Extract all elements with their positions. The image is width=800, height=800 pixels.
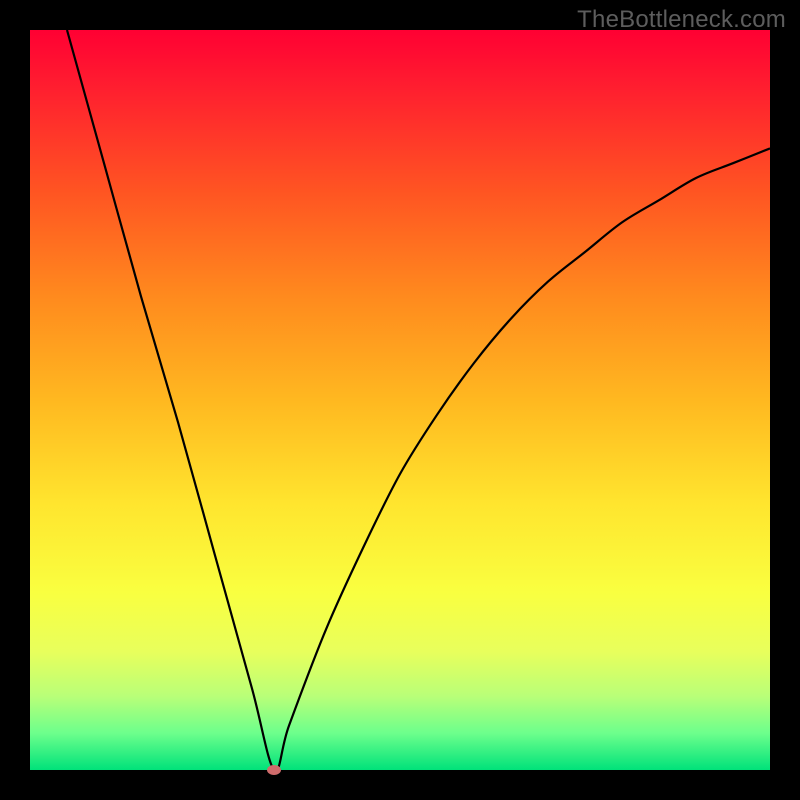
curve-svg [30,30,770,770]
optimal-marker [267,765,281,775]
plot-area [30,30,770,770]
chart-frame: TheBottleneck.com [0,0,800,800]
bottleneck-curve [67,30,770,770]
